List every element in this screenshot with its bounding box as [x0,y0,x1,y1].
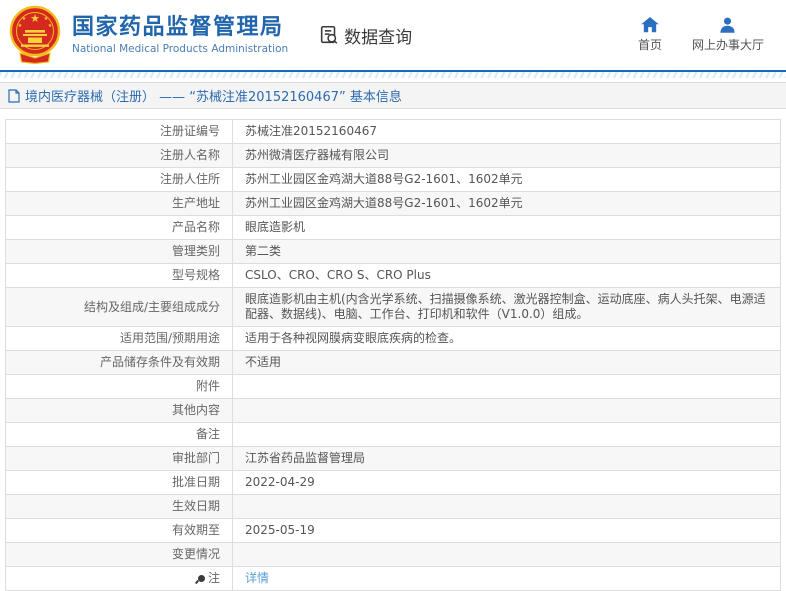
table-row: 生效日期 [5,494,781,519]
table-row: 注册证编号 苏械注准20152160467 [5,119,781,144]
table-row: 备注 [5,422,781,447]
svg-text:★: ★ [48,23,53,29]
nav-item-service-hall[interactable]: 网上办事大厅 [692,17,764,53]
table-row: 产品储存条件及有效期 不适用 [5,350,781,375]
data-query-tab[interactable]: 数据查询 [318,23,412,48]
site-header: ★ ★ ★ ★ ★ 国家药品监督管理局 National Medical Pro… [0,0,786,70]
field-value: 苏州微清医疗器械有限公司 [232,143,781,168]
field-value: 苏械注准20152160467 [232,119,781,144]
field-label: 审批部门 [5,446,233,471]
field-label: 产品名称 [5,215,233,240]
data-query-label: 数据查询 [344,27,413,48]
table-row: 其他内容 [5,398,781,423]
org-name-zh: 国家药品监督管理局 [72,14,284,40]
home-icon [641,17,659,33]
svg-text:★: ★ [30,12,40,25]
field-label: 适用范围/预期用途 [5,326,233,351]
org-name-en: National Medical Products Administration [72,43,289,56]
table-row: 适用范围/预期用途 适用于各种视网膜病变眼底疾病的检查。 [5,326,781,351]
field-label: 产品储存条件及有效期 [5,350,233,375]
table-row: 生产地址 苏州工业园区金鸡湖大道88号G2-1601、1602单元 [5,191,781,216]
field-label: 注册人住所 [5,167,233,192]
nmpa-logo[interactable]: ★ ★ ★ ★ ★ 国家药品监督管理局 National Medical Pro… [8,5,288,65]
field-label: 备注 [5,422,233,447]
field-value: 江苏省药品监督管理局 [232,446,781,471]
table-row: 有效期至 2025-05-19 [5,518,781,543]
user-icon [720,17,736,33]
field-label: 变更情况 [5,542,233,567]
nav-item-home[interactable]: 首页 [638,17,662,53]
svg-text:★: ★ [44,16,49,22]
detail-table-body: 注册证编号 苏械注准20152160467 注册人名称 苏州微清医疗器械有限公司 注册人… [5,119,781,591]
field-value: 第二类 [232,239,781,264]
field-value: CSLO、CRO、CRO S、CRO Plus [232,263,781,288]
field-label: 有效期至 [5,518,233,543]
svg-text:★: ★ [22,16,27,22]
field-label: 其他内容 [5,398,233,423]
table-row: 结构及组成/主要组成成分 眼底造影机由主机(内含光学系统、扫描摄像系统、激光器控制… [5,287,781,327]
table-row: 产品名称 眼底造影机 [5,215,781,240]
field-value: 不适用 [232,350,781,375]
field-label: 型号规格 [5,263,233,288]
nav-service-hall-label: 网上办事大厅 [691,38,764,52]
breadcrumb: 境内医疗器械（注册） —— “苏械注准20152160467” 基本信息 [0,82,786,109]
field-value: 眼底造影机由主机(内含光学系统、扫描摄像系统、激光器控制盒、运动底座、病人头托架… [232,287,781,327]
detail-link[interactable]: 详情 [245,571,269,585]
field-label: 结构及组成/主要组成成分 [5,287,233,327]
field-label: 生效日期 [5,494,233,519]
header-hatch-band [0,72,786,78]
field-label: 附件 [5,374,233,399]
table-row: 注册人名称 苏州微清医疗器械有限公司 [5,143,781,168]
field-value [232,542,781,567]
field-value [232,374,781,399]
table-row: 批准日期 2022-04-29 [5,470,781,495]
header-nav: 首页 网上办事大厅 [638,17,764,53]
field-value: 适用于各种视网膜病变眼底疾病的检查。 [232,326,781,351]
field-value [232,494,781,519]
field-label: 注册人名称 [5,143,233,168]
table-row: 附件 [5,374,781,399]
field-value: 2022-04-29 [232,470,781,495]
field-value: 苏州工业园区金鸡湖大道88号G2-1601、1602单元 [232,191,781,216]
field-label: 注册证编号 [5,119,233,144]
field-value: 2025-05-19 [232,518,781,543]
page-title: 境内医疗器械（注册） —— “苏械注准20152160467” 基本信息 [25,90,402,105]
table-row: 注册人住所 苏州工业园区金鸡湖大道88号G2-1601、1602单元 [5,167,781,192]
national-emblem-icon: ★ ★ ★ ★ ★ [9,5,61,65]
svg-text:★: ★ [18,23,23,29]
field-value [232,422,781,447]
table-row: 变更情况 [5,542,781,567]
table-row: 审批部门 江苏省药品监督管理局 [5,446,781,471]
nav-home-label: 首页 [637,38,662,52]
field-label: 生产地址 [5,191,233,216]
table-row: 型号规格 CSLO、CRO、CRO S、CRO Plus [5,263,781,288]
field-value: 眼底造影机 [232,215,781,240]
document-search-icon [321,25,338,44]
detail-table: 注册证编号 苏械注准20152160467 注册人名称 苏州微清医疗器械有限公司 注册人… [5,119,781,591]
page-icon [8,88,20,103]
field-value: 苏州工业园区金鸡湖大道88号G2-1601、1602单元 [232,167,781,192]
table-row: 管理类别 第二类 [5,239,781,264]
field-label: 管理类别 [5,239,233,264]
field-value [232,398,781,423]
field-label: 批准日期 [5,470,233,495]
